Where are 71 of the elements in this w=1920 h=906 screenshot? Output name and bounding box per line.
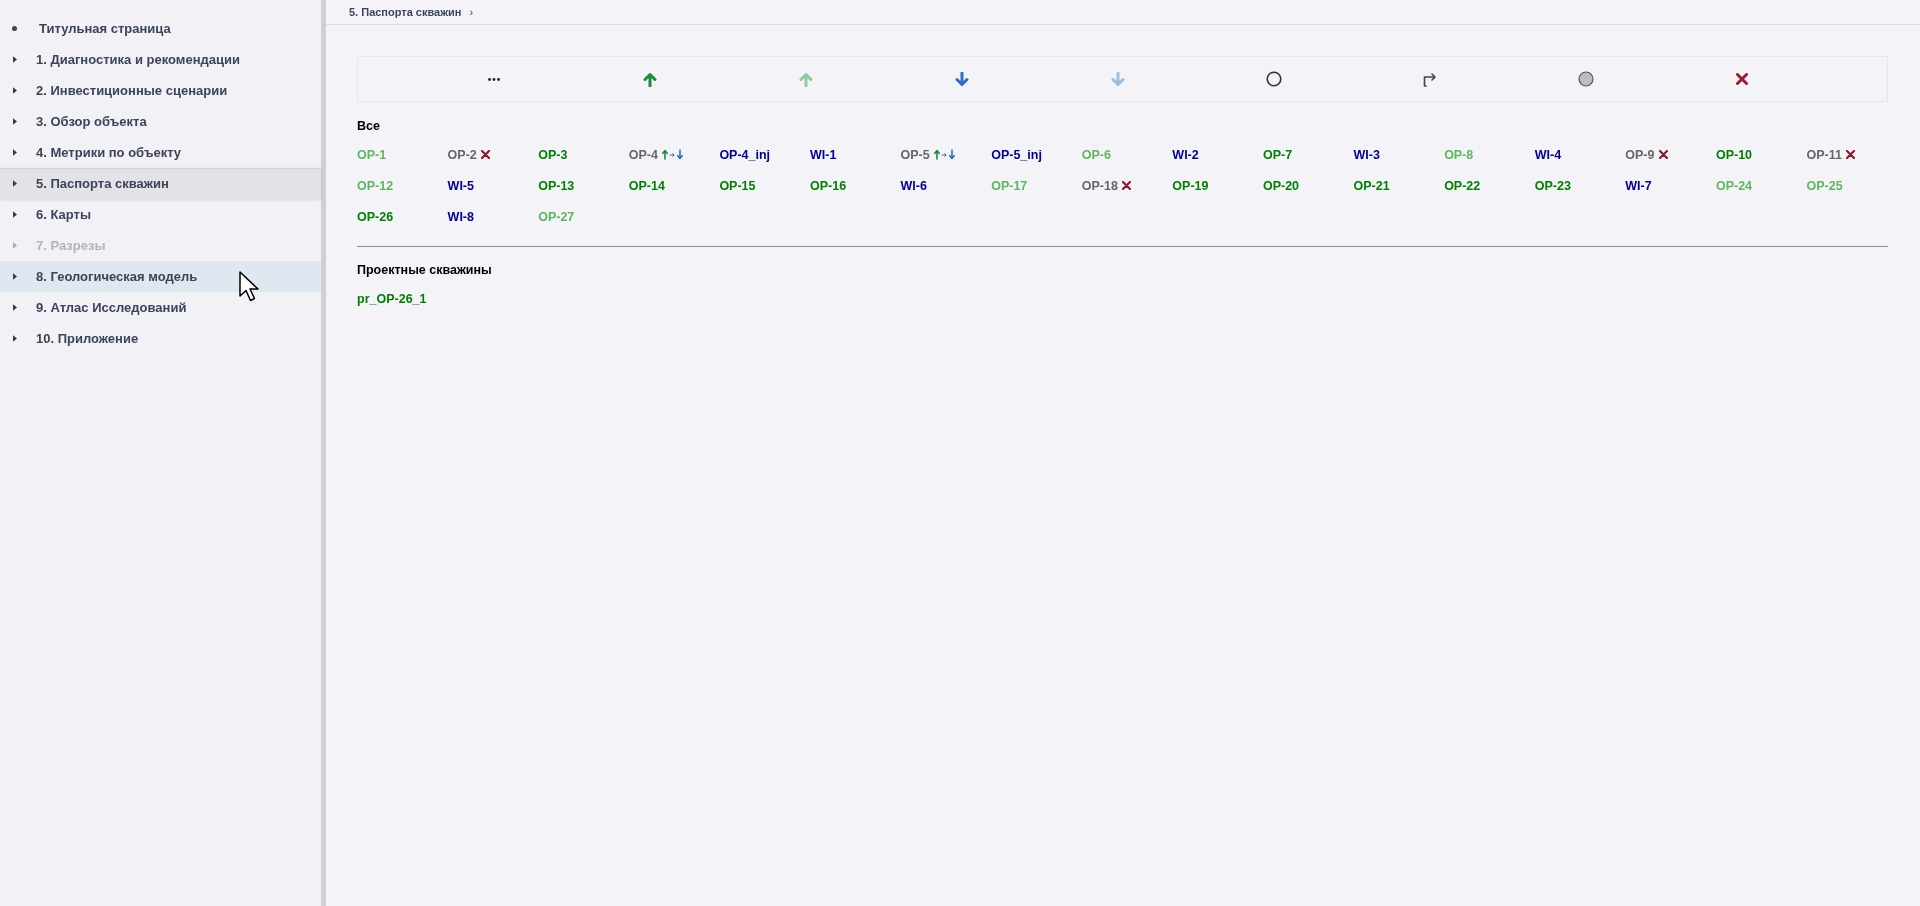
well-link[interactable]: WI-7: [1625, 178, 1652, 193]
nav-item[interactable]: 6. Карты: [0, 199, 321, 230]
arrow-up-icon: [643, 71, 657, 87]
well-link[interactable]: OP-20: [1262, 178, 1300, 193]
well-link[interactable]: OP-2: [447, 147, 477, 162]
mouse-pointer-icon: [239, 271, 259, 302]
nav-item[interactable]: 10. Приложение: [0, 323, 321, 354]
nav-item[interactable]: 1. Диагностика и рекомендации: [0, 44, 321, 75]
well-link[interactable]: WI-2: [1172, 147, 1199, 162]
well-link[interactable]: WI-3: [1353, 147, 1380, 162]
well-link[interactable]: OP-21: [1353, 178, 1390, 193]
well-link[interactable]: OP-19: [1172, 178, 1209, 193]
nav-item[interactable]: 5. Паспорта скважин: [0, 168, 321, 199]
well-link[interactable]: OP-18: [1081, 178, 1118, 193]
caret-icon: [13, 273, 17, 280]
well-link[interactable]: OP-10: [1715, 147, 1753, 162]
caret-icon: [13, 118, 17, 125]
circle-icon: [1266, 71, 1282, 87]
well-link[interactable]: pr_OP-26_1: [357, 291, 427, 306]
well-link[interactable]: OP-4: [628, 147, 658, 162]
cross-icon: [1845, 150, 1855, 159]
nav-item[interactable]: 2. Инвестиционные сценарии: [0, 75, 321, 106]
well-link[interactable]: WI-4: [1534, 147, 1562, 162]
well-link[interactable]: OP-11: [1806, 147, 1842, 162]
well-link[interactable]: OP-9: [1625, 147, 1655, 162]
bullet-icon: [12, 26, 17, 31]
arrow-down-icon: [1111, 71, 1125, 87]
well-link[interactable]: OP-14: [628, 178, 665, 193]
well-link[interactable]: OP-26: [357, 209, 394, 224]
nav-item[interactable]: 3. Обзор объекта: [0, 106, 321, 137]
nav-item[interactable]: 9. Атлас Исследований: [0, 292, 321, 323]
well-link[interactable]: OP-16: [809, 178, 847, 193]
cross-icon: [1736, 73, 1748, 85]
well-link[interactable]: WI-8: [447, 209, 474, 224]
well-link[interactable]: OP-4_inj: [719, 147, 771, 162]
well-link[interactable]: WI-1: [809, 147, 837, 162]
well-link[interactable]: OP-23: [1534, 178, 1571, 193]
caret-icon: [13, 56, 17, 63]
caret-icon: [13, 304, 17, 311]
well-link[interactable]: WI-5: [447, 178, 474, 193]
well-link[interactable]: OP-15: [719, 178, 756, 193]
caret-icon: [13, 87, 17, 94]
well-link[interactable]: OP-22: [1444, 178, 1481, 193]
arrow-down-icon: [955, 71, 969, 87]
filled-circle-icon: [1578, 71, 1594, 87]
up-down-arrows-icon: [933, 149, 956, 160]
cross-icon: [1121, 181, 1131, 190]
nav-item[interactable]: 8. Геологическая модель: [0, 261, 321, 292]
breadcrumb-link[interactable]: 5. Паспорта скважин: [349, 6, 462, 18]
caret-icon: [13, 180, 17, 187]
well-link[interactable]: OP-7: [1262, 147, 1293, 162]
well-link[interactable]: OP-3: [538, 147, 568, 162]
well-link[interactable]: OP-5_inj: [991, 147, 1042, 162]
arrow-up-icon: [799, 71, 813, 87]
caret-icon: [13, 149, 17, 156]
ellipsis-icon: [488, 77, 500, 81]
caret-icon: [13, 242, 17, 249]
section-heading: Все: [357, 118, 380, 134]
well-link[interactable]: WI-6: [900, 178, 927, 193]
well-link[interactable]: OP-5: [900, 147, 930, 162]
up-down-arrows-icon: [661, 149, 684, 160]
turn-arrow-icon: [1423, 71, 1437, 87]
nav-item[interactable]: 4. Метрики по объекту: [0, 137, 321, 168]
caret-icon: [13, 335, 17, 342]
cross-icon: [480, 150, 490, 159]
well-link[interactable]: OP-13: [538, 178, 575, 193]
section-heading: Проектные скважины: [357, 262, 492, 278]
caret-icon: [13, 211, 17, 218]
breadcrumb-separator: ›: [469, 6, 474, 18]
cross-icon: [1658, 150, 1668, 159]
nav-item[interactable]: Титульная страница: [0, 13, 321, 44]
